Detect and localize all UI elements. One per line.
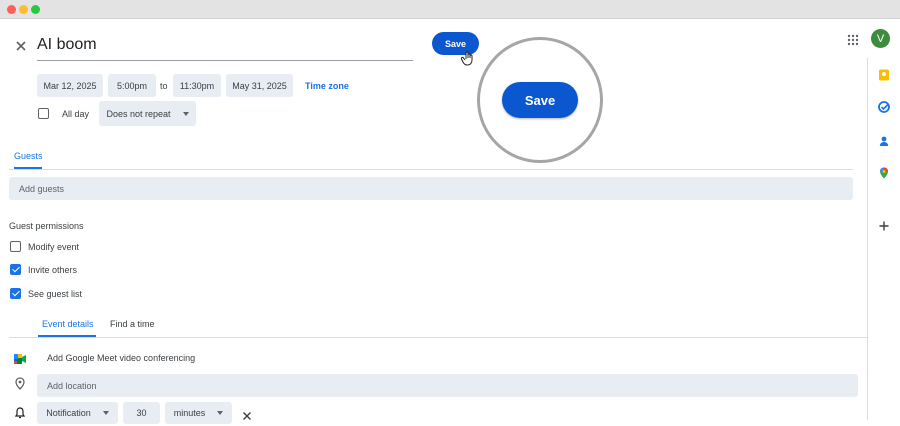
start-time-text: 5:00pm	[116, 80, 148, 91]
add-addon-icon[interactable]	[878, 219, 890, 231]
repeat-dropdown-label: Does not repeat	[106, 108, 171, 119]
close-icon[interactable]	[14, 39, 28, 53]
location-pin-icon	[15, 377, 25, 390]
chevron-down-icon	[182, 111, 189, 116]
event-title-text: AI boom	[37, 36, 97, 53]
modify-event-label: Modify event	[28, 242, 80, 252]
bell-icon	[14, 406, 26, 419]
add-meet-button[interactable]: Add Google Meet video conferencing	[47, 353, 195, 363]
notification-unit-dropdown[interactable]: minutes	[165, 402, 232, 424]
end-date-chip[interactable]: May 31, 2025	[226, 74, 293, 97]
google-meet-icon	[14, 351, 26, 364]
apps-grid-icon[interactable]	[847, 33, 859, 46]
invite-others-checkbox[interactable]	[10, 264, 21, 275]
add-guests-placeholder: Add guests	[19, 183, 65, 194]
notification-unit-label: minutes	[173, 408, 206, 418]
tab-guests[interactable]: Guests	[14, 151, 43, 161]
chevron-down-icon	[217, 411, 224, 415]
end-time-chip[interactable]: 11:30pm	[173, 74, 221, 97]
keep-icon[interactable]	[878, 68, 890, 81]
add-location-placeholder: Add location	[47, 380, 97, 391]
end-date-text: May 31, 2025	[232, 80, 287, 91]
notification-value-input[interactable]: 30	[123, 402, 160, 424]
event-title-input[interactable]: AI boom	[37, 33, 413, 61]
see-guest-list-checkbox[interactable]	[10, 288, 21, 299]
allday-checkbox[interactable]	[38, 108, 49, 119]
window-titlebar	[0, 0, 900, 19]
save-button-label: Save	[444, 38, 467, 49]
to-label: to	[160, 81, 168, 91]
see-guest-list-label: See guest list	[28, 289, 83, 299]
guest-permissions-title: Guest permissions	[9, 221, 84, 231]
maps-icon[interactable]	[878, 166, 890, 179]
notification-type-label: Notification	[46, 408, 91, 418]
notification-value-text: 30	[136, 408, 147, 418]
tab-event-details[interactable]: Event details	[42, 319, 94, 329]
save-button-zoomed: Save	[502, 82, 578, 118]
allday-label: All day	[62, 109, 90, 119]
zoom-window-button[interactable]	[31, 5, 40, 14]
add-location-input[interactable]: Add location	[37, 374, 858, 397]
zoom-magnifier: Save	[477, 37, 603, 163]
minimize-window-button[interactable]	[19, 5, 28, 14]
close-window-button[interactable]	[7, 5, 16, 14]
contacts-icon[interactable]	[878, 134, 890, 146]
save-zoom-label: Save	[524, 92, 556, 108]
divider	[9, 169, 853, 170]
account-avatar[interactable]: V	[871, 29, 890, 48]
tab-find-a-time[interactable]: Find a time	[110, 319, 155, 329]
start-time-chip[interactable]: 5:00pm	[108, 74, 156, 97]
timezone-link[interactable]: Time zone	[305, 81, 349, 91]
invite-others-label: Invite others	[28, 265, 78, 275]
start-date-text: Mar 12, 2025	[43, 80, 97, 91]
remove-notification-icon[interactable]	[242, 408, 252, 420]
notification-type-dropdown[interactable]: Notification	[37, 402, 118, 424]
chevron-down-icon	[102, 411, 109, 415]
hand-cursor-icon	[460, 50, 475, 66]
end-time-text: 11:30pm	[179, 80, 215, 91]
side-panel-divider	[867, 58, 868, 420]
divider	[9, 337, 867, 338]
tasks-icon[interactable]	[878, 100, 890, 113]
start-date-chip[interactable]: Mar 12, 2025	[37, 74, 103, 97]
repeat-dropdown[interactable]: Does not repeat	[99, 101, 196, 126]
modify-event-checkbox[interactable]	[10, 241, 21, 252]
add-guests-input[interactable]: Add guests	[9, 177, 853, 200]
avatar-letter: V	[876, 32, 885, 45]
